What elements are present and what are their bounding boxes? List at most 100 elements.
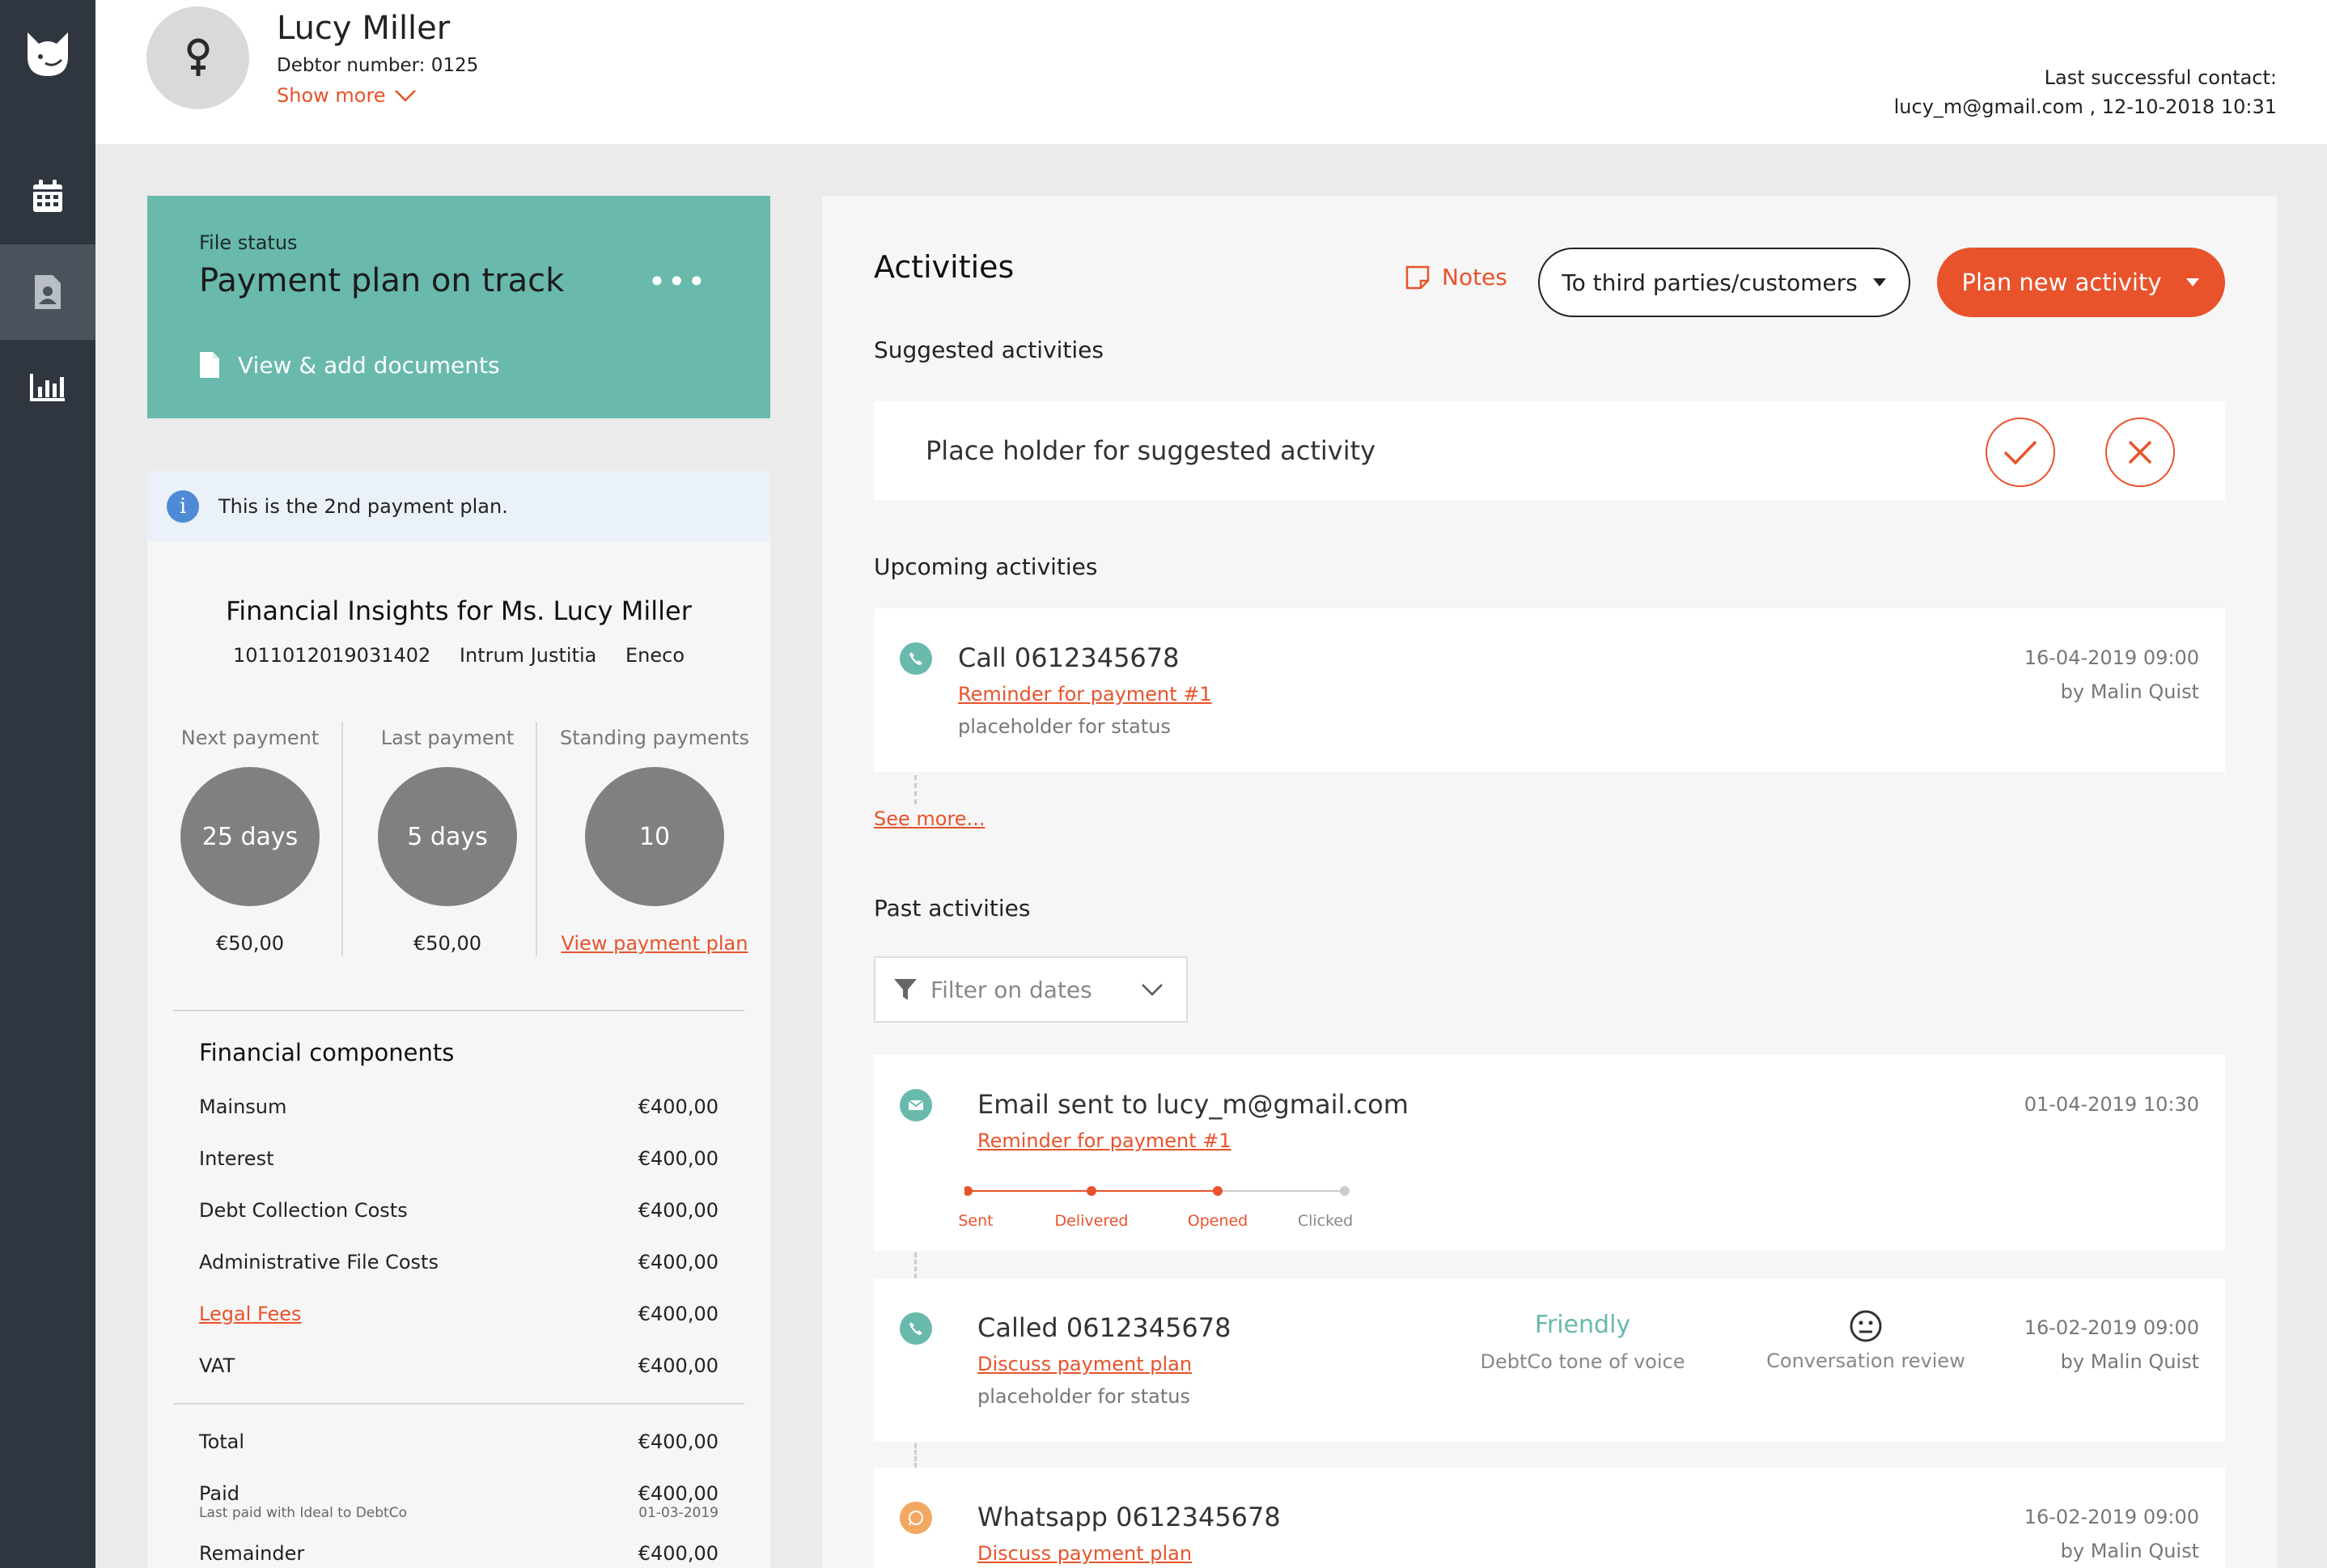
phone-icon — [900, 1312, 932, 1345]
component-row: Legal Fees €400,00 — [199, 1303, 718, 1325]
tone-label: DebtCo tone of voice — [1480, 1350, 1685, 1373]
info-icon: i — [167, 490, 199, 523]
tracking-step-dot — [1213, 1186, 1223, 1196]
paid-date: 01-03-2019 — [638, 1505, 718, 1521]
notes-label: Notes — [1442, 264, 1507, 290]
last-payment-amount: €50,00 — [413, 932, 481, 955]
activity-reminder-link[interactable]: Reminder for payment #1 — [977, 1129, 1231, 1152]
whatsapp-icon — [900, 1502, 932, 1534]
email-icon — [900, 1089, 932, 1121]
standing-payments: Standing payments 10 — [549, 727, 761, 906]
activity-datetime: 16-04-2019 09:00 — [2024, 646, 2199, 669]
debtor-number: Debtor number: 0125 — [277, 55, 479, 76]
suggested-activities-title: Suggested activities — [874, 337, 1104, 363]
view-payment-plan-link[interactable]: View payment plan — [549, 932, 761, 955]
component-amount: €400,00 — [638, 1251, 718, 1273]
accept-suggestion-button[interactable] — [1986, 417, 2055, 487]
paid-method: Last paid with Ideal to DebtCo — [199, 1505, 407, 1521]
sidebar-item-calendar[interactable] — [0, 149, 95, 244]
more-options-icon[interactable]: ••• — [648, 264, 707, 299]
past-activity-card[interactable]: Whatsapp 0612345678 Discuss payment plan… — [874, 1468, 2225, 1568]
audience-dropdown[interactable]: To third parties/customers — [1538, 248, 1910, 317]
activity-title: Called 0612345678 — [977, 1312, 1231, 1343]
activity-author: by Malin Quist — [2060, 1350, 2199, 1373]
paid-amount: €400,00 — [638, 1482, 718, 1505]
phone-icon — [900, 642, 932, 675]
paid-label: Paid — [199, 1482, 240, 1505]
see-more-link[interactable]: See more... — [874, 807, 985, 830]
activity-title: Whatsapp 0612345678 — [977, 1502, 1281, 1532]
info-text: This is the 2nd payment plan. — [218, 495, 508, 518]
paid-row: Paid Last paid with Ideal to DebtCo €400… — [199, 1482, 718, 1521]
component-amount: €400,00 — [638, 1354, 718, 1377]
show-more-label: Show more — [277, 84, 386, 107]
close-icon — [2128, 440, 2152, 464]
last-payment-circle: 5 days — [378, 767, 517, 906]
sidebar-item-debtor-file[interactable] — [0, 244, 95, 340]
creditor-name: Intrum Justitia — [459, 644, 597, 667]
next-payment: Next payment 25 days — [162, 727, 338, 906]
activity-status: placeholder for status — [977, 1385, 1191, 1408]
tracking-step-label: Clicked — [1297, 1212, 1354, 1230]
last-payment: Last payment 5 days — [359, 727, 536, 906]
activity-reminder-link[interactable]: Reminder for payment #1 — [958, 683, 1212, 706]
neutral-face-icon — [1850, 1310, 1882, 1342]
female-gender-icon — [187, 38, 209, 76]
caret-down-icon — [2186, 278, 2200, 286]
component-label: Administrative File Costs — [199, 1251, 439, 1273]
next-payment-label: Next payment — [180, 727, 320, 749]
date-filter-dropdown[interactable]: Filter on dates — [874, 956, 1188, 1023]
total-row: Total €400,00 — [199, 1430, 718, 1453]
standing-payments-label: Standing payments — [560, 727, 749, 749]
debtor-name: Lucy Miller — [277, 10, 451, 47]
sidebar-item-reports[interactable] — [0, 340, 95, 435]
timeline-connector — [914, 775, 917, 804]
upcoming-activity-card[interactable]: Call 0612345678 Reminder for payment #1 … — [874, 608, 2225, 772]
plan-new-activity-button[interactable]: Plan new activity — [1937, 248, 2225, 317]
client-name: Eneco — [625, 644, 685, 667]
view-documents-link[interactable]: View & add documents — [199, 351, 500, 379]
activity-author: by Malin Quist — [2060, 680, 2199, 703]
last-contact: Last successful contact: lucy_m@gmail.co… — [1894, 63, 2277, 121]
next-payment-amount: €50,00 — [216, 932, 284, 955]
activity-link[interactable]: Discuss payment plan — [977, 1542, 1192, 1565]
legal-fees-link[interactable]: Legal Fees — [199, 1303, 301, 1325]
suggested-activity-card: Place holder for suggested activity — [874, 401, 2225, 500]
document-icon — [200, 352, 219, 378]
last-payment-label: Last payment — [380, 727, 515, 749]
component-label: Interest — [199, 1147, 274, 1170]
caret-down-icon — [1872, 278, 1886, 286]
activity-date: 16-02-2019 09:00 by Malin Quist — [2024, 1311, 2199, 1379]
tone-value: Friendly — [1534, 1311, 1631, 1339]
activity-link[interactable]: Discuss payment plan — [977, 1353, 1192, 1375]
filter-icon — [894, 979, 917, 1000]
notes-button[interactable]: Notes — [1405, 264, 1507, 290]
view-documents-label: View & add documents — [238, 351, 500, 379]
cat-logo-icon[interactable] — [21, 28, 74, 81]
activity-datetime: 16-02-2019 09:00 — [2024, 1506, 2199, 1528]
past-activity-card[interactable]: Email sent to lucy_m@gmail.com Reminder … — [874, 1055, 2225, 1251]
note-icon — [1405, 265, 1430, 289]
tracking-step-label: Delivered — [1054, 1212, 1129, 1230]
component-label: Mainsum — [199, 1095, 287, 1118]
last-contact-label: Last successful contact: — [2044, 66, 2277, 89]
timeline-connector — [914, 1443, 917, 1468]
calendar-icon — [33, 180, 62, 212]
email-tracking: Sent Delivered Opened Clicked — [958, 1183, 1353, 1231]
financial-insights-meta: 1011012019031402 Intrum Justitia Eneco — [147, 644, 770, 667]
suggested-activity-text: Place holder for suggested activity — [926, 435, 1376, 466]
financial-components-title: Financial components — [199, 1039, 455, 1066]
bar-chart-icon — [30, 374, 65, 401]
show-more-link[interactable]: Show more — [277, 84, 417, 107]
divider — [173, 1403, 744, 1405]
file-reference: 1011012019031402 — [232, 644, 431, 667]
dismiss-suggestion-button[interactable] — [2105, 417, 2175, 487]
info-banner: i This is the 2nd payment plan. — [147, 471, 770, 542]
file-status-card: File status Payment plan on track ••• Vi… — [147, 196, 770, 418]
conversation-review[interactable]: Conversation review — [1744, 1309, 1987, 1372]
tracking-step-dot — [1340, 1186, 1350, 1196]
past-activity-card[interactable]: Called 0612345678 Discuss payment plan p… — [874, 1278, 2225, 1442]
component-row: Administrative File Costs €400,00 — [199, 1251, 718, 1273]
next-payment-circle: 25 days — [180, 767, 320, 906]
activity-author: by Malin Quist — [2060, 1540, 2199, 1562]
